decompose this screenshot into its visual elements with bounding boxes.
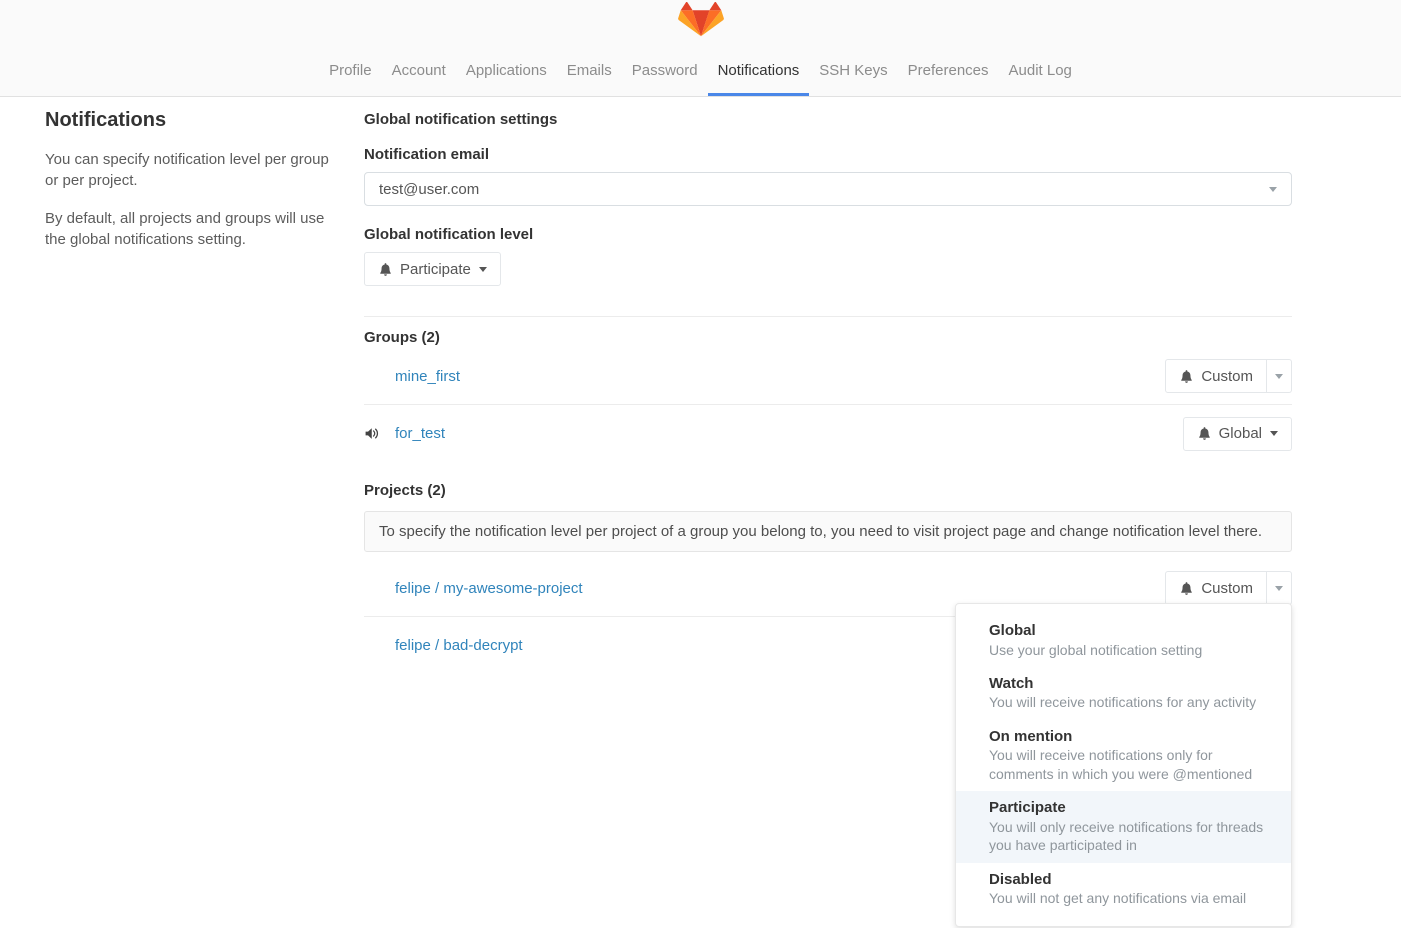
menu-option-disabled[interactable]: Disabled You will not get any notificati… (956, 863, 1291, 916)
option-description: Use your global notification setting (989, 641, 1271, 659)
projects-notice: To specify the notification level per pr… (364, 511, 1292, 552)
page-content: Notifications You can specify notificati… (0, 97, 1401, 674)
option-description: You will receive notifications for any a… (989, 693, 1271, 711)
profile-settings-header: Profile Account Applications Emails Pass… (0, 0, 1401, 97)
group-row: mine_first Custom (364, 348, 1292, 405)
option-title: Global (989, 621, 1271, 641)
group-row: for_test Global (364, 405, 1292, 462)
gitlab-logo-icon (678, 2, 724, 46)
project-level-button-my-awesome-project[interactable]: Custom (1165, 571, 1267, 605)
sidebar-description-1: You can specify notification level per g… (45, 149, 345, 192)
groups-title: Groups (2) (364, 329, 1292, 346)
section-divider (364, 316, 1292, 317)
tab-notifications[interactable]: Notifications (708, 62, 810, 96)
option-title: Watch (989, 674, 1271, 694)
group-level-label: Custom (1201, 368, 1253, 385)
project-level-label: Custom (1201, 580, 1253, 597)
option-title: On mention (989, 727, 1271, 747)
project-level-split-button: Custom (1165, 571, 1292, 605)
option-title: Participate (989, 798, 1271, 818)
menu-option-global[interactable]: Global Use your global notification sett… (956, 614, 1291, 667)
tab-preferences[interactable]: Preferences (907, 62, 990, 96)
option-title: Disabled (989, 870, 1271, 890)
logo-container (0, 2, 1401, 46)
tab-applications[interactable]: Applications (465, 62, 548, 96)
global-settings-title: Global notification settings (364, 111, 1292, 128)
group-level-button-mine-first[interactable]: Custom (1165, 359, 1267, 393)
tab-audit-log[interactable]: Audit Log (1008, 62, 1073, 96)
menu-option-participate[interactable]: Participate You will only receive notifi… (956, 791, 1291, 862)
notification-email-value: test@user.com (379, 181, 479, 198)
profile-nav-tabs: Profile Account Applications Emails Pass… (0, 62, 1401, 96)
caret-down-icon (1275, 374, 1283, 379)
notifications-sidebar: Notifications You can specify notificati… (45, 109, 345, 674)
group-level-label: Global (1219, 425, 1262, 442)
group-link-mine-first[interactable]: mine_first (395, 368, 460, 385)
bell-icon (1179, 369, 1194, 384)
bell-icon (1197, 426, 1212, 441)
sidebar-description-2: By default, all projects and groups will… (45, 208, 345, 251)
option-description: You will only receive notifications for … (989, 818, 1271, 855)
project-link-my-awesome-project[interactable]: felipe / my-awesome-project (395, 580, 583, 597)
select-caret-down-icon (1269, 187, 1277, 192)
option-description: You will not get any notifications via e… (989, 889, 1271, 907)
global-level-button[interactable]: Participate (364, 252, 501, 286)
notification-level-menu: Global Use your global notification sett… (955, 603, 1292, 927)
tab-ssh-keys[interactable]: SSH Keys (818, 62, 888, 96)
tab-account[interactable]: Account (391, 62, 447, 96)
global-level-button-label: Participate (400, 261, 471, 278)
global-notification-level-label: Global notification level (364, 226, 1292, 243)
caret-down-icon (479, 267, 487, 272)
group-level-split-button: Custom (1165, 359, 1292, 393)
option-description: You will receive notifications only for … (989, 746, 1271, 783)
notification-settings-main: Global notification settings Notificatio… (364, 109, 1292, 674)
group-link-for-test[interactable]: for_test (395, 425, 445, 442)
bell-icon (1179, 581, 1194, 596)
project-link-bad-decrypt[interactable]: felipe / bad-decrypt (395, 637, 523, 654)
bell-icon (378, 262, 393, 277)
menu-option-watch[interactable]: Watch You will receive notifications for… (956, 667, 1291, 720)
projects-title: Projects (2) (364, 482, 1292, 499)
notification-email-select[interactable]: test@user.com (364, 172, 1292, 206)
caret-down-icon (1270, 431, 1278, 436)
tab-profile[interactable]: Profile (328, 62, 373, 96)
tab-password[interactable]: Password (631, 62, 699, 96)
caret-down-icon (1275, 586, 1283, 591)
volume-up-icon (364, 425, 381, 442)
page-title: Notifications (45, 109, 345, 132)
tab-emails[interactable]: Emails (566, 62, 613, 96)
group-level-button-for-test[interactable]: Global (1183, 417, 1292, 451)
menu-option-on-mention[interactable]: On mention You will receive notification… (956, 720, 1291, 791)
notification-email-label: Notification email (364, 146, 1292, 163)
groups-list: mine_first Custom (364, 348, 1292, 462)
group-level-caret-button[interactable] (1267, 359, 1292, 393)
group-icon-cell (364, 425, 395, 442)
project-level-caret-button[interactable] (1267, 571, 1292, 605)
